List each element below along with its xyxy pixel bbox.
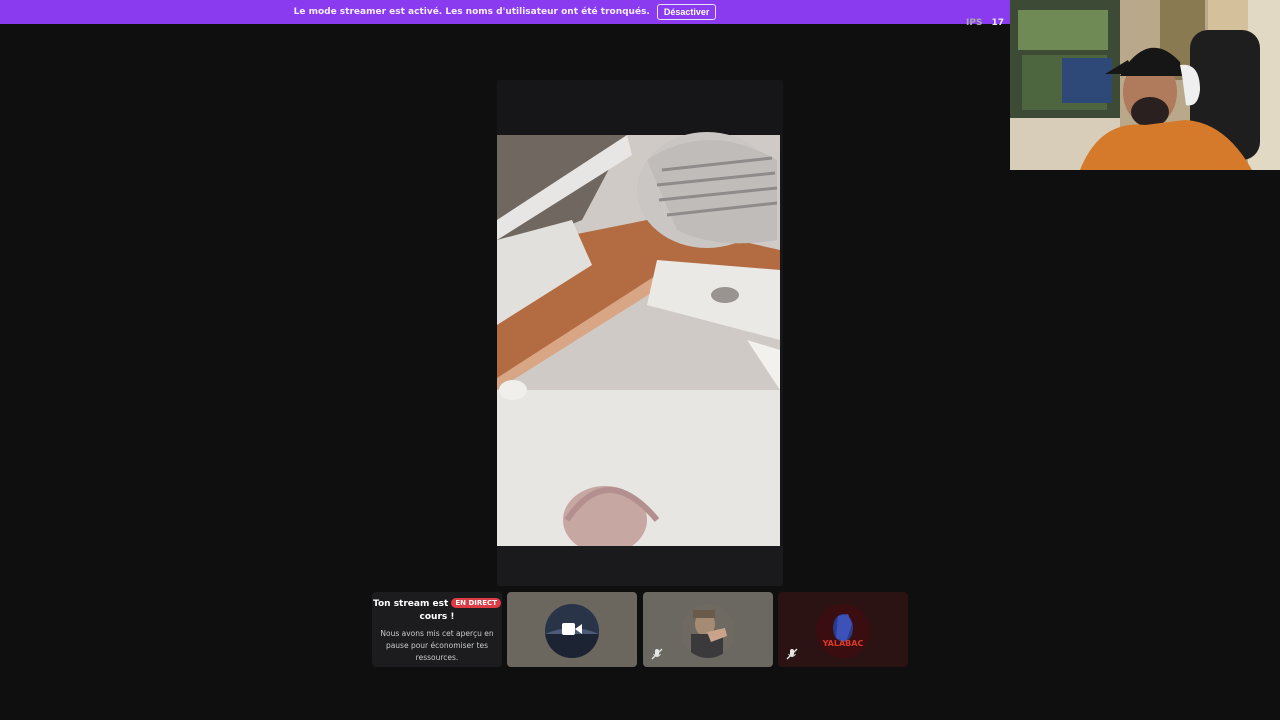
webcam-image: [1010, 0, 1280, 170]
streamer-mode-banner: Le mode streamer est activé. Les noms d'…: [0, 0, 1010, 24]
avatar-image: YALABAC: [816, 604, 870, 658]
participant-tile-gesture-user[interactable]: [643, 592, 773, 667]
stream-preview[interactable]: [497, 80, 783, 586]
participant-tile-yalabac[interactable]: YALABAC: [778, 592, 908, 667]
webcam-overlay: [1010, 0, 1280, 170]
fps-label: IPS: [966, 18, 983, 28]
disable-streamer-mode-button[interactable]: Désactiver: [656, 4, 717, 20]
video-camera-icon: [562, 623, 582, 635]
avatar: YALABAC: [816, 604, 870, 658]
fps-counter: IPS 17: [966, 18, 1004, 28]
stream-paused-notice: Ton stream est EN DIRECT cours ! Nous av…: [372, 592, 502, 667]
stream-notice-title-end: cours !: [419, 612, 455, 622]
muted-mic-icon: [651, 648, 663, 660]
live-badge: EN DIRECT: [451, 598, 501, 608]
muted-mic-icon: [786, 648, 798, 660]
stream-notice-title: Ton stream est EN DIRECT cours !: [372, 598, 502, 624]
participant-tile-camera-user[interactable]: [507, 592, 637, 667]
fps-value: 17: [991, 18, 1004, 28]
stream-notice-description: Nous avons mis cet aperçu en pause pour …: [380, 629, 494, 662]
avatar: [681, 604, 735, 658]
stream-video-frame: [497, 80, 783, 586]
avatar-image: [681, 604, 735, 658]
stream-notice-title-start: Ton stream est: [373, 599, 449, 609]
streamer-mode-text: Le mode streamer est activé. Les noms d'…: [293, 7, 650, 17]
avatar-logo-text: YALABAC: [822, 639, 864, 648]
